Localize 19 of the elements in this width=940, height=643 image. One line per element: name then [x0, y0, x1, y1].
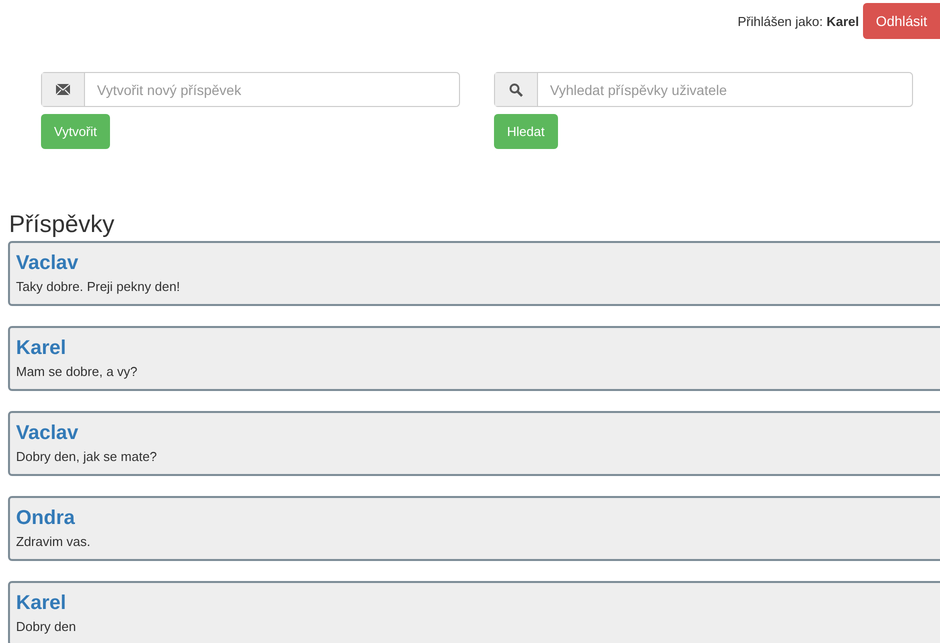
search-icon	[509, 82, 523, 96]
new-post-field[interactable]: Vytvořit nový příspěvek	[41, 72, 460, 107]
post-author: Vaclav	[16, 421, 80, 445]
post-author: Karel	[16, 591, 68, 615]
post-author: Vaclav	[16, 251, 80, 275]
post-text: Dobry den	[16, 618, 77, 636]
post-text: Zdravim vas.	[16, 533, 92, 551]
logout-button[interactable]: Odhlásit	[863, 3, 940, 39]
posts-heading: Příspěvky	[9, 211, 116, 239]
post-author: Ondra	[16, 506, 76, 530]
post-text: Mam se dobre, a vy?	[16, 363, 138, 381]
envelope-icon	[56, 84, 70, 95]
search-button[interactable]: Hledat	[494, 114, 558, 149]
post-text: Taky dobre. Preji pekny den!	[16, 278, 182, 296]
post-author: Karel	[16, 336, 68, 360]
login-status: Přihlášen jako: Karel	[738, 14, 859, 28]
create-button[interactable]: Vytvořit	[41, 114, 110, 149]
post-text: Dobry den, jak se mate?	[16, 448, 158, 466]
search-field[interactable]: Vyhledat příspěvky uživatele	[494, 72, 913, 107]
